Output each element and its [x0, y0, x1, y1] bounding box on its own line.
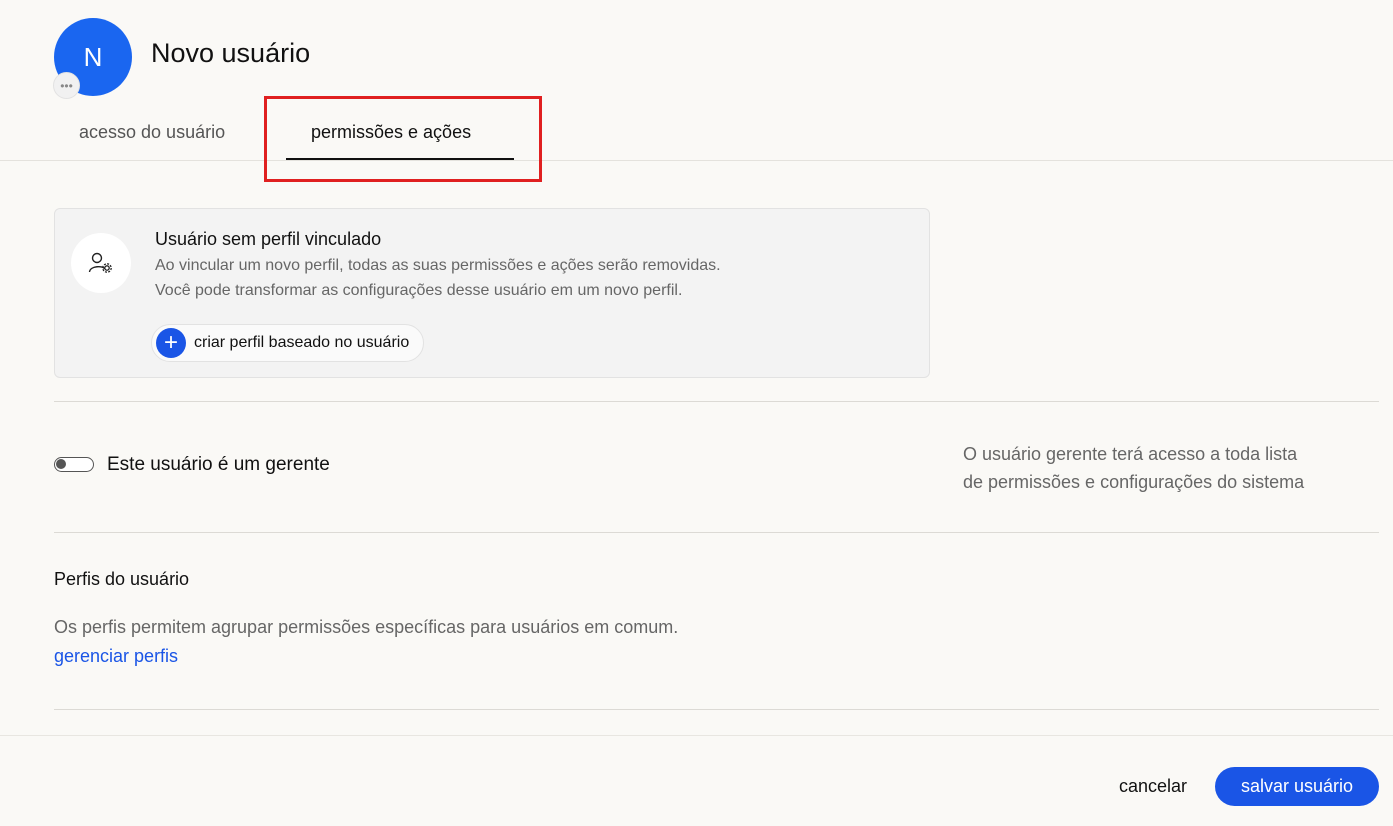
tab-acesso-do-usuario[interactable]: acesso do usuário — [79, 122, 225, 143]
profiles-section-title: Perfis do usuário — [54, 569, 190, 589]
create-profile-button[interactable]: + criar perfil baseado no usuário — [151, 324, 425, 362]
tabs-divider — [0, 160, 1393, 161]
manager-info-line2: de permissões e configurações do sistema — [963, 472, 1305, 492]
plus-icon: + — [156, 328, 186, 358]
section-divider — [54, 401, 1379, 402]
highlight-annotation-box — [264, 96, 542, 182]
card-description-line2: Você pode transformar as configurações d… — [155, 282, 683, 299]
page-title: Novo usuário — [151, 38, 311, 68]
section-divider — [54, 709, 1379, 710]
no-profile-card: Usuário sem perfil vinculado Ao vincular… — [54, 208, 930, 378]
avatar-initial: N — [83, 41, 103, 72]
more-horizontal-icon[interactable]: ••• — [53, 72, 80, 99]
create-profile-label: criar perfil baseado no usuário — [194, 334, 410, 351]
save-user-button[interactable]: salvar usuário — [1215, 767, 1379, 806]
cancel-button[interactable]: cancelar — [1119, 776, 1187, 797]
manager-toggle[interactable] — [54, 457, 94, 472]
card-title: Usuário sem perfil vinculado — [155, 229, 382, 249]
profiles-description: Os perfis permitem agrupar permissões es… — [54, 617, 679, 637]
footer-divider — [0, 735, 1393, 736]
page: N ••• Novo usuário acesso do usuário per… — [0, 0, 1393, 826]
manager-info: O usuário gerente terá acesso a toda lis… — [963, 440, 1383, 496]
manage-profiles-link[interactable]: gerenciar perfis — [54, 646, 178, 667]
card-description-line1: Ao vincular um novo perfil, todas as sua… — [155, 257, 721, 274]
manager-info-line1: O usuário gerente terá acesso a toda lis… — [963, 444, 1298, 464]
user-settings-icon — [71, 233, 131, 293]
toggle-knob — [56, 459, 66, 469]
manager-toggle-label: Este usuário é um gerente — [107, 454, 330, 475]
section-divider — [54, 532, 1379, 533]
